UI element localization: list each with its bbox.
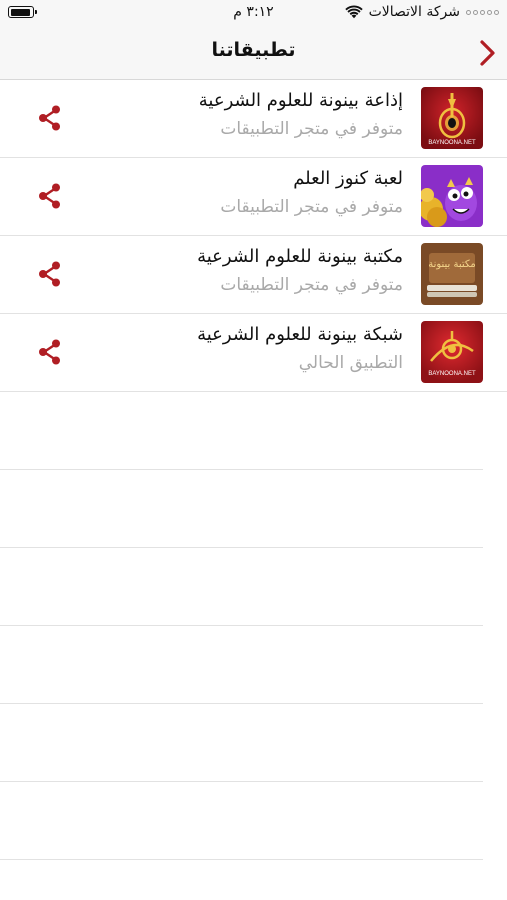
network-app-icon: BAYNOONA.NET (421, 321, 483, 383)
list-item[interactable]: لعبة كنوز العلم متوفر في متجر التطبيقات (0, 158, 507, 236)
empty-row (0, 704, 507, 782)
app-subtitle: متوفر في متجر التطبيقات (220, 197, 403, 217)
app-title: إذاعة بينونة للعلوم الشرعية (198, 90, 403, 111)
icon-caption: BAYNOONA.NET (428, 140, 476, 146)
game-app-icon (421, 165, 483, 227)
share-icon[interactable] (36, 338, 64, 366)
share-icon[interactable] (36, 182, 64, 210)
library-app-icon: مكتبة بينونة (421, 243, 483, 305)
empty-row (0, 392, 507, 470)
screen: ٣:١٢ م شركة الاتصالات تطبيقاتنا BAYNOONA… (0, 0, 507, 900)
app-title: مكتبة بينونة للعلوم الشرعية (197, 246, 403, 267)
share-icon[interactable] (36, 104, 64, 132)
empty-row (0, 548, 507, 626)
share-icon[interactable] (36, 260, 64, 288)
empty-row (0, 782, 507, 860)
carrier-name: شركة الاتصالات (368, 4, 460, 20)
status-bar: ٣:١٢ م شركة الاتصالات (0, 0, 507, 26)
wifi-icon (344, 5, 363, 19)
empty-row (0, 470, 507, 548)
app-title: شبكة بينونة للعلوم الشرعية (197, 324, 403, 345)
app-subtitle: متوفر في متجر التطبيقات (220, 275, 403, 295)
status-right: شركة الاتصالات (344, 4, 499, 20)
app-subtitle: متوفر في متجر التطبيقات (220, 119, 403, 139)
app-subtitle: التطبيق الحالي (298, 353, 403, 373)
icon-caption: BAYNOONA.NET (428, 371, 476, 377)
apps-list: BAYNOONA.NET إذاعة بينونة للعلوم الشرعية… (0, 80, 507, 860)
empty-row (0, 626, 507, 704)
list-item[interactable]: BAYNOONA.NET شبكة بينونة للعلوم الشرعية … (0, 314, 507, 392)
list-item[interactable]: BAYNOONA.NET إذاعة بينونة للعلوم الشرعية… (0, 80, 507, 158)
nav-bar: تطبيقاتنا (0, 26, 507, 80)
chevron-right-icon[interactable] (475, 38, 499, 68)
list-item[interactable]: مكتبة بينونة مكتبة بينونة للعلوم الشرعية… (0, 236, 507, 314)
app-title: لعبة كنوز العلم (293, 168, 403, 189)
radio-app-icon: BAYNOONA.NET (421, 87, 483, 149)
page-title: تطبيقاتنا (211, 39, 296, 61)
signal-icon (466, 9, 499, 15)
icon-caption: مكتبة بينونة (428, 259, 476, 270)
